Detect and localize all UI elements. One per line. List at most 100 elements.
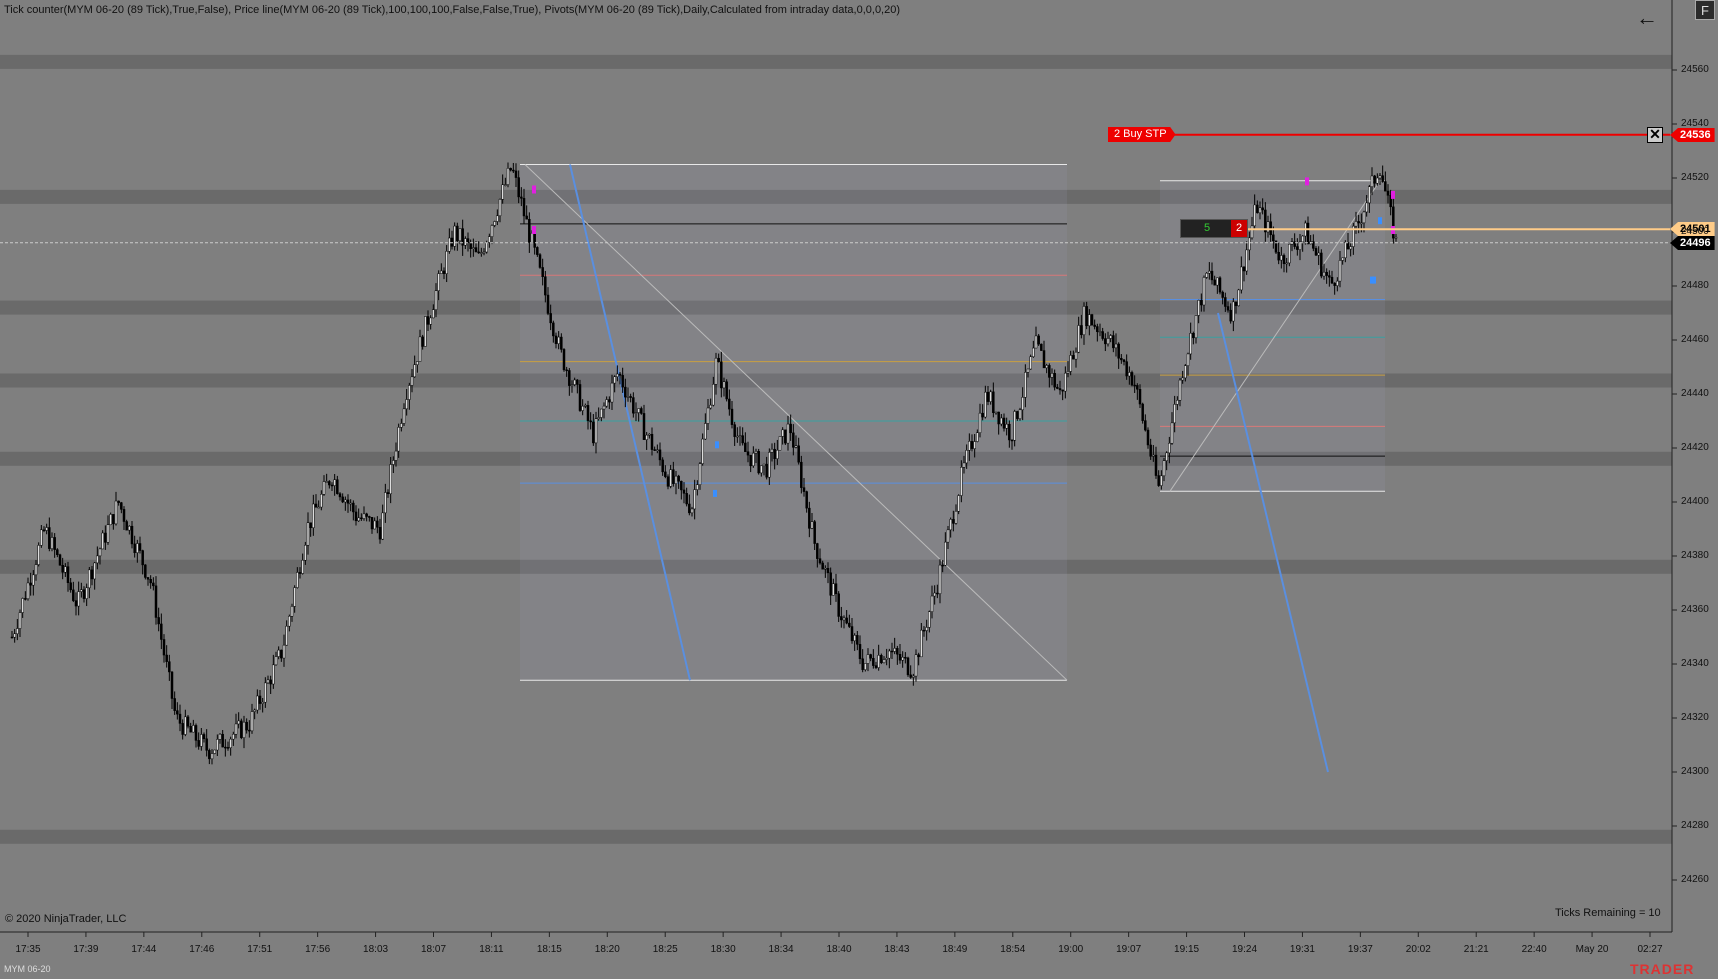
candle-body [146,577,150,580]
candle-body [45,527,48,531]
candle-body [877,655,880,668]
candle-body [645,434,648,440]
candle-body [1021,397,1024,411]
candle-body [706,407,710,424]
candle-body [178,713,182,724]
candle-body [173,698,176,711]
candle-body [1256,204,1259,214]
candle-body [69,582,72,591]
candle-body [669,469,672,487]
candle-body [133,543,136,553]
candle-body [152,582,155,587]
candle-body [634,412,638,414]
candle-body [1157,475,1160,486]
candle-body [920,629,923,658]
candle-body [130,525,134,545]
candle-body [472,247,475,249]
candle-body [653,449,656,451]
pivot-band [0,54,1672,69]
candle-body [1210,270,1214,281]
candle-body [1066,371,1070,374]
candle-body [317,506,320,509]
candle-body [968,441,971,451]
candle-body [1040,343,1043,351]
candle-body [226,747,230,749]
buy-stop-order-label[interactable]: 2 Buy STP [1108,127,1176,142]
candle-body [381,512,384,540]
candle-body [581,405,584,411]
copyright-text: © 2020 NinjaTrader, LLC [5,913,127,925]
candle-body [826,567,830,573]
candle-body [13,633,16,638]
candle-body [125,521,128,531]
f-button[interactable]: F [1695,0,1715,20]
y-axis-label: 24400 [1681,496,1709,507]
candle-body [378,527,382,540]
candle-body [794,445,798,448]
candle-body [272,664,275,685]
candle-body [1037,335,1040,345]
trade-marker [1372,276,1376,284]
candle-body [1144,420,1147,431]
candle-body [624,386,627,398]
candle-body [104,532,107,543]
candle-body [1080,325,1083,336]
close-order-icon[interactable]: ✕ [1647,127,1663,143]
candle-body [936,592,939,595]
candle-body [354,511,358,522]
ticks-remaining: Ticks Remaining = 10 [1555,907,1661,919]
candle-body [488,236,491,243]
candle-body [282,644,286,659]
candle-body [664,471,667,477]
candle-body [21,598,24,613]
candle-body [1370,175,1374,187]
back-arrow-icon[interactable]: ← [1636,7,1658,29]
candle-body [864,663,867,670]
candle-body [90,569,94,580]
candle-body [880,655,883,664]
candle-body [314,503,318,508]
candle-body [445,251,448,274]
position-box[interactable]: 5 2 [1180,219,1248,238]
candle-body [682,489,686,494]
candle-body [434,290,438,310]
candle-body [514,170,518,178]
candle-body [1061,389,1064,392]
x-axis-label: 18:40 [826,944,852,955]
candle-body [872,657,875,666]
candle-body [768,452,771,478]
candle-body [960,467,963,496]
candle-body [584,405,587,407]
candle-body [850,626,854,642]
candle-body [1357,221,1360,224]
candle-body [602,405,606,410]
candle-body [144,564,147,578]
candle-body [938,564,942,594]
candle-body [1269,221,1272,236]
candle-body [770,448,774,453]
candle-body [360,517,363,520]
chart-canvas[interactable] [0,0,1718,979]
candle-body [616,373,619,377]
candle-body [1005,423,1008,429]
candle-body [341,496,344,503]
candle-body [42,529,46,532]
candle-body [1333,282,1336,286]
candle-body [176,710,179,715]
candle-body [184,716,187,735]
trade-marker [1378,217,1382,225]
candle-body [1288,243,1291,264]
candle-body [437,273,440,291]
x-axis-label: 19:07 [1116,944,1142,955]
candle-body [725,381,728,400]
candle-body [269,679,272,685]
candle-body [1088,314,1091,327]
candle-body [906,657,910,676]
candle-body [250,711,254,732]
x-axis-label: 19:00 [1058,944,1084,955]
candle-body [1026,368,1030,373]
candle-body [1360,222,1363,225]
candle-body [1221,291,1224,298]
candle-body [1173,404,1176,424]
candle-body [232,733,235,740]
